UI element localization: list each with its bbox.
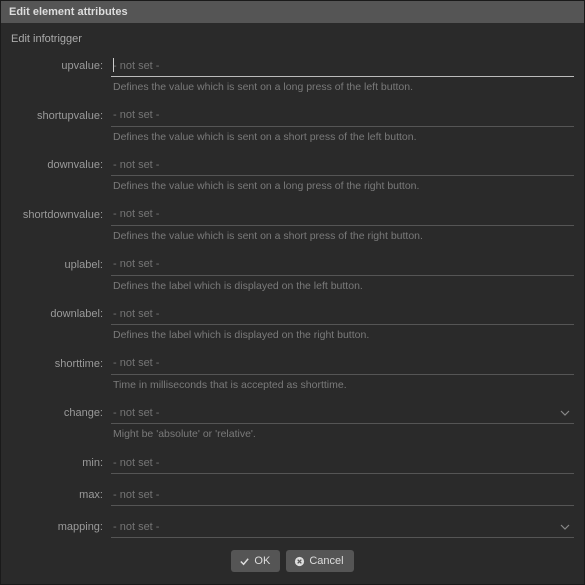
field-hint: Might be 'absolute' or 'relative'. — [111, 424, 574, 448]
close-icon — [294, 556, 305, 567]
downvalue-input[interactable] — [111, 154, 574, 176]
dialog-body: Edit infotrigger upvalue: Defines the va… — [1, 23, 584, 584]
field-hint: Time in milliseconds that is accepted as… — [111, 375, 574, 399]
field-label: change: — [11, 402, 111, 419]
field-label: downvalue: — [11, 154, 111, 171]
field-label: downlabel: — [11, 303, 111, 320]
field-hint: Defines the value which is sent on a sho… — [111, 127, 574, 151]
ok-button-label: OK — [254, 555, 270, 567]
mapping-select[interactable] — [111, 516, 574, 538]
shortupvalue-input[interactable] — [111, 105, 574, 127]
field-row-mapping: mapping: Map the bus value to a differen… — [11, 512, 574, 540]
field-row-upvalue: upvalue: Defines the value which is sent… — [11, 51, 574, 101]
ok-button[interactable]: OK — [231, 550, 280, 572]
field-label: shortupvalue: — [11, 105, 111, 122]
field-hint: Defines the value which is sent on a lon… — [111, 176, 574, 200]
max-input[interactable] — [111, 484, 574, 506]
field-hint — [111, 506, 574, 512]
field-label: upvalue: — [11, 55, 111, 72]
field-row-downvalue: downvalue: Defines the value which is se… — [11, 150, 574, 200]
shortdownvalue-input[interactable] — [111, 204, 574, 226]
fields-container: upvalue: Defines the value which is sent… — [11, 51, 574, 540]
field-hint: Defines the label which is displayed on … — [111, 325, 574, 349]
field-row-shortupvalue: shortupvalue: Defines the value which is… — [11, 101, 574, 151]
field-label: mapping: — [11, 516, 111, 533]
field-row-uplabel: uplabel: Defines the label which is disp… — [11, 250, 574, 300]
field-row-downlabel: downlabel: Defines the label which is di… — [11, 299, 574, 349]
min-input[interactable] — [111, 452, 574, 474]
cancel-button-label: Cancel — [309, 555, 343, 567]
change-select[interactable] — [111, 402, 574, 424]
field-row-min: min: — [11, 448, 574, 480]
field-label: shorttime: — [11, 353, 111, 370]
field-label: max: — [11, 484, 111, 501]
dialog-footer: OK Cancel — [11, 540, 574, 584]
field-label: uplabel: — [11, 254, 111, 271]
edit-attributes-dialog: Edit element attributes Edit infotrigger… — [0, 0, 585, 585]
field-row-max: max: — [11, 480, 574, 512]
dialog-subtitle: Edit infotrigger — [11, 31, 574, 51]
upvalue-input[interactable] — [111, 55, 574, 77]
check-icon — [239, 556, 250, 567]
field-hint — [111, 474, 574, 480]
dialog-title: Edit element attributes — [9, 6, 128, 18]
field-label: shortdownvalue: — [11, 204, 111, 221]
cancel-button[interactable]: Cancel — [286, 550, 353, 572]
field-label: min: — [11, 452, 111, 469]
field-row-change: change: Might be 'absolute' or 'relative… — [11, 398, 574, 448]
text-caret — [113, 58, 114, 72]
dialog-titlebar: Edit element attributes — [1, 1, 584, 23]
shorttime-input[interactable] — [111, 353, 574, 375]
field-row-shorttime: shorttime: Time in milliseconds that is … — [11, 349, 574, 399]
field-hint: Defines the value which is sent on a lon… — [111, 77, 574, 101]
field-hint: Defines the value which is sent on a sho… — [111, 226, 574, 250]
uplabel-input[interactable] — [111, 254, 574, 276]
downlabel-input[interactable] — [111, 303, 574, 325]
field-hint: Defines the label which is displayed on … — [111, 276, 574, 300]
field-row-shortdownvalue: shortdownvalue: Defines the value which … — [11, 200, 574, 250]
